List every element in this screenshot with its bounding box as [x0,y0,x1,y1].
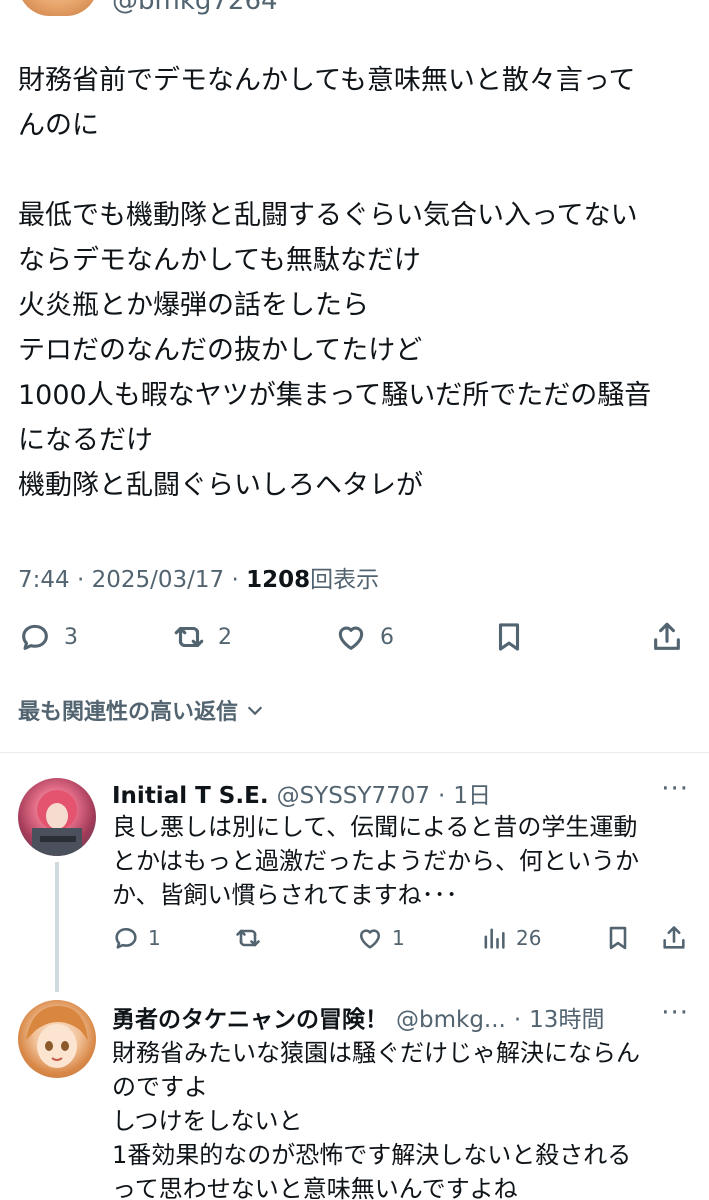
tweet-line [18,148,698,193]
reply-line: 財務省みたいな猿園は騒ぐだけじゃ解決にならん [112,1039,640,1067]
reply-line: って思わせないと意味無いんですよね [112,1175,518,1200]
reply-time[interactable]: 13時間 [529,1000,604,1034]
reply-author-handle[interactable]: @SYSSY7707 [277,783,430,809]
tweet-line: 財務省前でデモなんかしても意味無いと散々言って [18,65,636,96]
tweet-text: 財務省前でデモなんかしても意味無いと散々言って んのに 最低でも機動隊と乱闘する… [18,58,698,508]
tweet-line: 機動隊と乱闘ぐらいしろヘタレが [18,470,423,501]
views-label: 回表示 [310,567,380,593]
author-handle[interactable]: @bmkg7264 [112,0,278,16]
like-icon [359,929,381,949]
retweet-icon [236,929,260,947]
author-avatar[interactable] [18,0,98,16]
tweet-line: 最低でも機動隊と乱闘するぐらい気合い入ってない [18,200,638,231]
retweet-button[interactable]: 2 [172,620,232,654]
reply-author-name[interactable]: Initial T S.E. [112,783,269,809]
bookmark-button[interactable] [492,620,526,654]
like-button[interactable]: 1 [356,924,405,952]
reply-text: 財務省みたいな猿園は騒ぐだけじゃ解決にならん のですよ しつけをしないと 1番効… [112,1036,692,1200]
share-icon [663,926,685,949]
reply-author-name[interactable]: 勇者のタケニャンの冒険！ [112,1000,388,1034]
reply-count: 1 [148,926,161,950]
tweet-date[interactable]: 2025/03/17 [92,567,225,593]
tweet-line: 火炎瓶とか爆弾の話をしたら [18,290,369,321]
bookmark-icon [609,926,627,950]
views-button[interactable]: 26 [480,924,541,952]
reply-icon [115,927,137,949]
tweet-action-bar: 3 2 6 [0,612,709,668]
views-icon [484,928,505,949]
bookmark-icon [498,623,520,651]
reply-count: 3 [64,624,78,650]
like-icon [338,626,364,650]
like-button[interactable]: 6 [334,620,394,654]
reply-header: 勇者のタケニャンの冒険！ @bmkg... · 13時間 [112,1000,604,1034]
tweet-line: テロだのなんだの抜かしてたけど [18,335,423,366]
reply-line: 良し悪しは別にして、伝聞によると昔の学生運動 [112,813,638,841]
retweet-icon [174,626,204,648]
meta-separator: · [438,783,446,809]
reply-line: 1番効果的なのが恐怖です解決しないと殺される [112,1141,632,1169]
reply-line: か、皆飼い慣らされてますね･･･ [112,881,458,909]
views-count: 26 [516,926,542,950]
reply-button[interactable]: 3 [18,620,78,654]
reply-avatar[interactable] [18,1000,96,1078]
bookmark-button[interactable] [604,924,632,952]
reply-line: しつけをしないと [112,1107,303,1135]
like-count: 1 [392,926,405,950]
retweet-button[interactable] [234,924,262,952]
reply-action-bar: 1 1 26 [0,922,709,962]
reply-line: とかはもっと過激だったようだから、何というか [112,847,640,875]
reply-time[interactable]: 1日 [453,776,491,810]
reply-avatar[interactable] [18,778,96,856]
share-button[interactable] [650,620,684,654]
reply-text: 良し悪しは別にして、伝聞によると昔の学生運動 とかはもっと過激だったようだから、… [112,810,692,912]
reply-line: のですよ [112,1073,208,1101]
more-icon[interactable]: ··· [661,998,689,1028]
tweet-line: になるだけ [18,425,153,456]
reply-sort-dropdown[interactable]: 最も関連性の高い返信 [18,694,266,726]
share-button[interactable] [660,924,688,952]
share-icon [654,622,680,650]
chevron-down-icon [247,706,263,716]
meta-separator: · [513,1007,522,1033]
reply-button[interactable]: 1 [112,924,161,952]
reply-sort-label: 最も関連性の高い返信 [18,700,239,725]
meta-separator: · [76,567,85,593]
meta-separator: · [231,567,239,593]
tweet-line: ならデモなんかしても無駄なだけ [18,245,421,276]
reply-header: Initial T S.E. @SYSSY7707 · 1日 [112,776,491,810]
avatar-image [26,1006,88,1068]
tweet-line: んのに [18,110,99,141]
divider [0,752,709,753]
like-count: 6 [380,624,394,650]
views-count: 1208 [246,567,311,593]
reply-icon [22,624,48,650]
reply-author-handle[interactable]: @bmkg... [396,1007,506,1033]
tweet-line: 1000人も暇なヤツが集まって騒いだ所でただの騒音 [18,380,652,411]
more-icon[interactable]: ··· [661,774,689,804]
retweet-count: 2 [218,624,232,650]
avatar-image [32,790,82,856]
tweet-meta: 7:44 · 2025/03/17 · 1208回表示 [18,560,379,594]
tweet-time[interactable]: 7:44 [18,567,70,593]
